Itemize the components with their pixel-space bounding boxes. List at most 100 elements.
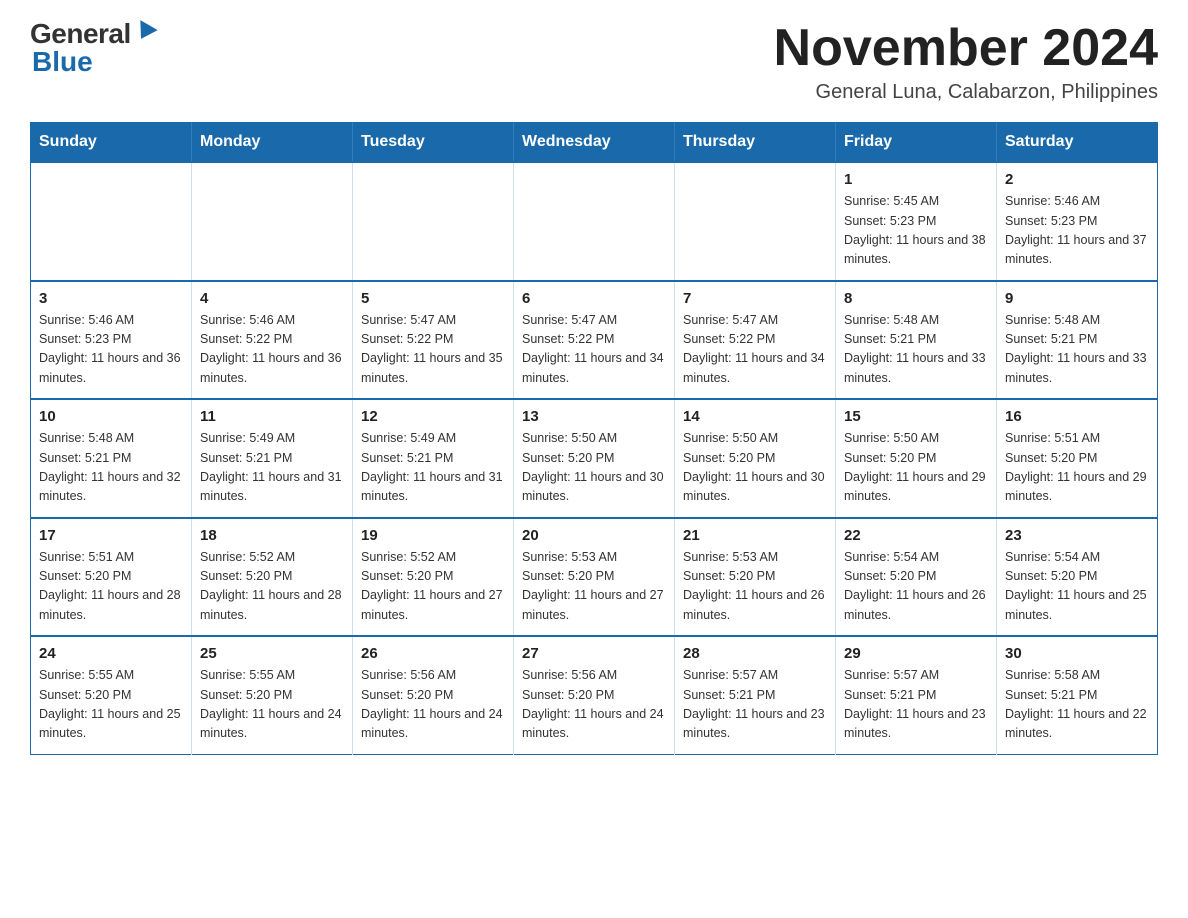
day-number: 11 [200,408,344,425]
day-number: 27 [522,645,666,662]
month-title: November 2024 [774,20,1158,77]
day-info: Sunrise: 5:56 AMSunset: 5:20 PMDaylight:… [361,666,505,744]
day-number: 12 [361,408,505,425]
calendar-day-cell: 11 Sunrise: 5:49 AMSunset: 5:21 PMDayligh… [192,399,353,518]
day-info: Sunrise: 5:53 AMSunset: 5:20 PMDaylight:… [683,548,827,626]
calendar-day-cell: 18Sunrise: 5:52 AMSunset: 5:20 PMDayligh… [192,518,353,637]
calendar-day-cell: 19 Sunrise: 5:52 AMSunset: 5:20 PMDayligh… [353,518,514,637]
calendar-day-cell: 13Sunrise: 5:50 AMSunset: 5:20 PMDayligh… [514,399,675,518]
day-number: 4 [200,290,344,307]
day-number: 6 [522,290,666,307]
calendar-week-row: 17Sunrise: 5:51 AMSunset: 5:20 PMDayligh… [31,518,1158,637]
day-of-week-header: Tuesday [353,123,514,163]
day-number: 28 [683,645,827,662]
day-info: Sunrise: 5:46 AMSunset: 5:22 PMDaylight:… [200,311,344,389]
day-number: 29 [844,645,988,662]
day-number: 22 [844,527,988,544]
day-number: 1 [844,171,988,188]
calendar-week-row: 24 Sunrise: 5:55 AMSunset: 5:20 PMDayligh… [31,636,1158,754]
calendar-week-row: 10 Sunrise: 5:48 AMSunset: 5:21 PMDayligh… [31,399,1158,518]
day-info: Sunrise: 5:47 AMSunset: 5:22 PMDaylight:… [683,311,827,389]
calendar-day-cell: 9 Sunrise: 5:48 AMSunset: 5:21 PMDaylight… [997,281,1158,400]
location-text: General Luna, Calabarzon, Philippines [774,81,1158,104]
logo-blue-text: Blue [32,48,93,76]
calendar-day-cell: 20Sunrise: 5:53 AMSunset: 5:20 PMDayligh… [514,518,675,637]
calendar-day-cell: 21 Sunrise: 5:53 AMSunset: 5:20 PMDayligh… [675,518,836,637]
day-info: Sunrise: 5:58 AMSunset: 5:21 PMDaylight:… [1005,666,1149,744]
calendar-day-cell [31,162,192,281]
day-number: 26 [361,645,505,662]
day-number: 5 [361,290,505,307]
calendar-day-cell: 8Sunrise: 5:48 AMSunset: 5:21 PMDaylight… [836,281,997,400]
day-info: Sunrise: 5:51 AMSunset: 5:20 PMDaylight:… [1005,429,1149,507]
calendar-day-cell: 7 Sunrise: 5:47 AMSunset: 5:22 PMDaylight… [675,281,836,400]
day-number: 30 [1005,645,1149,662]
day-info: Sunrise: 5:46 AMSunset: 5:23 PMDaylight:… [39,311,183,389]
calendar-day-cell: 2Sunrise: 5:46 AMSunset: 5:23 PMDaylight… [997,162,1158,281]
day-info: Sunrise: 5:57 AMSunset: 5:21 PMDaylight:… [683,666,827,744]
day-info: Sunrise: 5:56 AMSunset: 5:20 PMDaylight:… [522,666,666,744]
day-info: Sunrise: 5:52 AMSunset: 5:20 PMDaylight:… [361,548,505,626]
day-number: 13 [522,408,666,425]
day-of-week-header: Friday [836,123,997,163]
calendar-day-cell: 12 Sunrise: 5:49 AMSunset: 5:21 PMDayligh… [353,399,514,518]
day-of-week-header: Sunday [31,123,192,163]
day-info: Sunrise: 5:54 AMSunset: 5:20 PMDaylight:… [844,548,988,626]
day-number: 3 [39,290,183,307]
day-info: Sunrise: 5:51 AMSunset: 5:20 PMDaylight:… [39,548,183,626]
calendar-day-cell: 16 Sunrise: 5:51 AMSunset: 5:20 PMDayligh… [997,399,1158,518]
day-number: 9 [1005,290,1149,307]
logo-triangle-icon [132,20,157,44]
day-info: Sunrise: 5:48 AMSunset: 5:21 PMDaylight:… [844,311,988,389]
day-number: 24 [39,645,183,662]
calendar-day-cell: 4 Sunrise: 5:46 AMSunset: 5:22 PMDaylight… [192,281,353,400]
day-number: 21 [683,527,827,544]
day-number: 20 [522,527,666,544]
day-info: Sunrise: 5:50 AMSunset: 5:20 PMDaylight:… [683,429,827,507]
day-info: Sunrise: 5:55 AMSunset: 5:20 PMDaylight:… [200,666,344,744]
calendar-day-cell: 10 Sunrise: 5:48 AMSunset: 5:21 PMDayligh… [31,399,192,518]
day-info: Sunrise: 5:47 AMSunset: 5:22 PMDaylight:… [522,311,666,389]
calendar-day-cell: 6 Sunrise: 5:47 AMSunset: 5:22 PMDaylight… [514,281,675,400]
calendar-day-cell: 30 Sunrise: 5:58 AMSunset: 5:21 PMDayligh… [997,636,1158,754]
calendar-day-cell: 22 Sunrise: 5:54 AMSunset: 5:20 PMDayligh… [836,518,997,637]
calendar-day-cell: 29 Sunrise: 5:57 AMSunset: 5:21 PMDayligh… [836,636,997,754]
day-info: Sunrise: 5:47 AMSunset: 5:22 PMDaylight:… [361,311,505,389]
day-number: 18 [200,527,344,544]
calendar-header-row: SundayMondayTuesdayWednesdayThursdayFrid… [31,123,1158,163]
title-area: November 2024 General Luna, Calabarzon, … [774,20,1158,104]
day-number: 23 [1005,527,1149,544]
calendar-week-row: 3 Sunrise: 5:46 AMSunset: 5:23 PMDaylight… [31,281,1158,400]
day-info: Sunrise: 5:50 AMSunset: 5:20 PMDaylight:… [844,429,988,507]
day-number: 25 [200,645,344,662]
calendar-day-cell: 15Sunrise: 5:50 AMSunset: 5:20 PMDayligh… [836,399,997,518]
calendar-day-cell: 25 Sunrise: 5:55 AMSunset: 5:20 PMDayligh… [192,636,353,754]
day-number: 19 [361,527,505,544]
calendar-day-cell: 5 Sunrise: 5:47 AMSunset: 5:22 PMDaylight… [353,281,514,400]
day-info: Sunrise: 5:54 AMSunset: 5:20 PMDaylight:… [1005,548,1149,626]
day-info: Sunrise: 5:49 AMSunset: 5:21 PMDaylight:… [200,429,344,507]
day-number: 7 [683,290,827,307]
calendar-day-cell: 23 Sunrise: 5:54 AMSunset: 5:20 PMDayligh… [997,518,1158,637]
calendar-day-cell: 3 Sunrise: 5:46 AMSunset: 5:23 PMDaylight… [31,281,192,400]
day-info: Sunrise: 5:48 AMSunset: 5:21 PMDaylight:… [39,429,183,507]
calendar-table: SundayMondayTuesdayWednesdayThursdayFrid… [30,122,1158,755]
day-of-week-header: Monday [192,123,353,163]
day-number: 14 [683,408,827,425]
day-of-week-header: Thursday [675,123,836,163]
calendar-day-cell: 17Sunrise: 5:51 AMSunset: 5:20 PMDayligh… [31,518,192,637]
calendar-day-cell: 1 Sunrise: 5:45 AMSunset: 5:23 PMDaylight… [836,162,997,281]
day-info: Sunrise: 5:57 AMSunset: 5:21 PMDaylight:… [844,666,988,744]
day-info: Sunrise: 5:48 AMSunset: 5:21 PMDaylight:… [1005,311,1149,389]
day-info: Sunrise: 5:49 AMSunset: 5:21 PMDaylight:… [361,429,505,507]
page-header: General Blue November 2024 General Luna,… [30,20,1158,104]
day-number: 10 [39,408,183,425]
day-number: 16 [1005,408,1149,425]
calendar-day-cell: 24 Sunrise: 5:55 AMSunset: 5:20 PMDayligh… [31,636,192,754]
day-info: Sunrise: 5:55 AMSunset: 5:20 PMDaylight:… [39,666,183,744]
calendar-week-row: 1 Sunrise: 5:45 AMSunset: 5:23 PMDaylight… [31,162,1158,281]
calendar-day-cell [675,162,836,281]
logo: General Blue [30,20,155,76]
day-info: Sunrise: 5:45 AMSunset: 5:23 PMDaylight:… [844,192,988,270]
day-of-week-header: Saturday [997,123,1158,163]
